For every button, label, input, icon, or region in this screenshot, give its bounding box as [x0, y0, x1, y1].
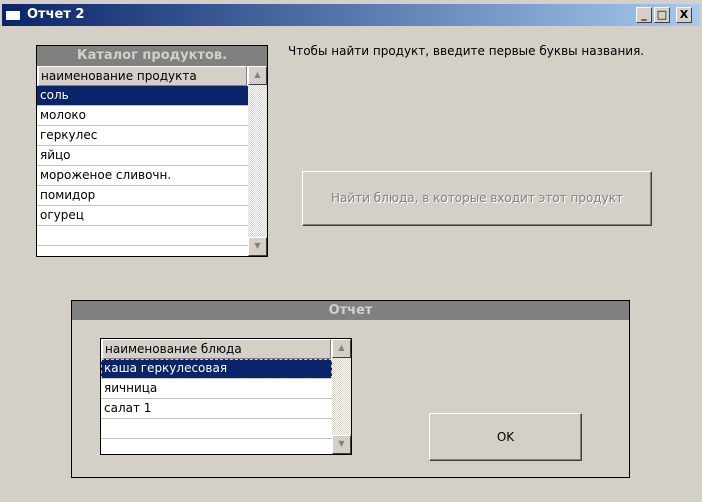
window-title: Отчет 2	[27, 7, 85, 22]
catalog-column-header[interactable]: наименование продукта	[38, 66, 247, 86]
catalog-title: Каталог продуктов.	[37, 46, 267, 66]
scroll-up-icon[interactable]: ▲	[248, 66, 267, 85]
list-item[interactable]: каша геркулесовая	[101, 359, 332, 379]
list-item[interactable]: молоко	[37, 106, 248, 126]
list-item[interactable]: геркулес	[37, 126, 248, 146]
window-icon	[5, 8, 21, 21]
dish-list[interactable]: наименование блюда каша геркулесовая яичн…	[100, 338, 352, 455]
list-item[interactable]: салат 1	[101, 399, 332, 419]
list-item[interactable]: соль	[37, 86, 248, 106]
catalog-scrollbar[interactable]: ▲ ▼	[248, 66, 267, 256]
search-hint: Чтобы найти продукт, введите первые букв…	[288, 44, 645, 58]
list-item[interactable]: яйцо	[37, 146, 248, 166]
report-title: Отчет	[72, 301, 629, 320]
ok-button[interactable]: OK	[429, 413, 582, 461]
list-item[interactable]: помидор	[37, 186, 248, 206]
scroll-down-icon[interactable]: ▼	[332, 435, 351, 454]
product-catalog-list[interactable]: Каталог продуктов. наименование продукта…	[36, 45, 268, 257]
find-dishes-button[interactable]: Найти блюда, в которые входит этот проду…	[302, 171, 652, 226]
close-button[interactable]: X	[676, 7, 692, 23]
list-item[interactable]	[37, 226, 248, 246]
scroll-down-icon[interactable]: ▼	[248, 237, 267, 256]
list-item[interactable]	[101, 419, 332, 439]
dish-column-header[interactable]: наименование блюда	[102, 339, 331, 359]
list-item[interactable]: огурец	[37, 206, 248, 226]
title-bar: Отчет 2 _ □ X	[2, 4, 700, 26]
list-item[interactable]: мороженое сливочн.	[37, 166, 248, 186]
minimize-button[interactable]: _	[636, 7, 652, 23]
dish-scrollbar[interactable]: ▲ ▼	[332, 339, 351, 454]
scroll-up-icon[interactable]: ▲	[332, 339, 351, 358]
maximize-button[interactable]: □	[654, 7, 670, 23]
list-item[interactable]: яичница	[101, 379, 332, 399]
